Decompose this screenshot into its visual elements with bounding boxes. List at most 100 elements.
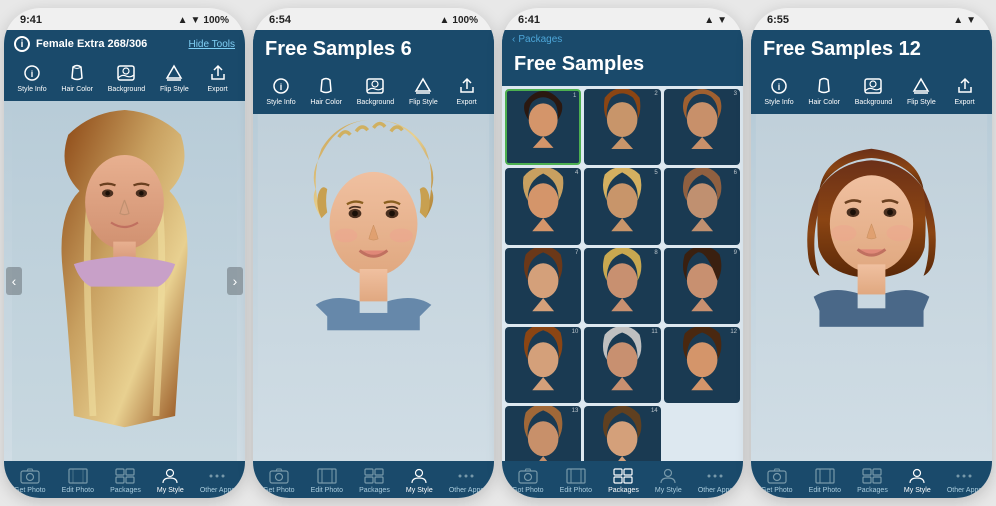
top-actions-2: i Style Info Hair Color Background <box>253 71 494 114</box>
background-icon-2 <box>361 75 389 97</box>
status-bar-1: 9:41 ▲ ▼ 100% <box>4 8 245 30</box>
time-2: 6:54 <box>269 14 291 26</box>
hair-cell-4[interactable]: 4 <box>505 168 581 244</box>
action-label: Export <box>207 86 227 93</box>
toolbar-get-photo-1[interactable]: Get Photo <box>14 467 46 494</box>
toolbar-other-apps-1[interactable]: Other Apps <box>200 467 235 494</box>
action-export-1[interactable]: Export <box>204 62 232 93</box>
tab-my-style-3[interactable]: My Style <box>655 467 682 494</box>
hair-cell-1[interactable]: 1 <box>505 89 581 165</box>
camera-icon-2 <box>268 467 290 485</box>
hair-cell-5[interactable]: 5 <box>584 168 660 244</box>
cell-num-5: 5 <box>654 170 657 176</box>
time-3: 6:41 <box>518 14 540 26</box>
action-style-info-1[interactable]: i Style Info <box>17 62 46 93</box>
back-label-3: Packages <box>518 34 562 45</box>
screen-4: Free Samples 12 i Style Info Hair Color <box>751 30 992 498</box>
tab-my-style-4[interactable]: My Style <box>904 467 931 494</box>
action-flip-2[interactable]: Flip Style <box>409 75 438 106</box>
tab-other-apps-4[interactable]: Other Apps <box>947 467 982 494</box>
style-info-icon-2: i <box>267 75 295 97</box>
tab-other-apps-3[interactable]: Other Apps <box>698 467 733 494</box>
hair-cell-13[interactable]: 13 <box>505 406 581 461</box>
cell-num-1: 1 <box>573 93 576 99</box>
battery-icon-1: 100% <box>203 15 229 26</box>
tab-edit-photo-3[interactable]: Edit Photo <box>560 467 592 494</box>
wifi-icon-1: ▼ <box>191 15 201 26</box>
signal-icon-2: ▲ <box>440 15 450 26</box>
back-button-3[interactable]: ‹ Packages <box>502 30 743 49</box>
cell-num-10: 10 <box>572 329 579 335</box>
hair-cell-10[interactable]: 10 <box>505 327 581 403</box>
packages-header-4: Free Samples 12 i Style Info Hair Color <box>751 30 992 114</box>
hair-cell-9[interactable]: 9 <box>664 248 740 324</box>
action-background-4[interactable]: Background <box>855 75 892 106</box>
packages-icon-1 <box>114 467 136 485</box>
wifi-icon-2: 100% <box>452 15 478 26</box>
arrow-right-1[interactable]: › <box>227 267 243 295</box>
toolbar-edit-photo-1[interactable]: Edit Photo <box>62 467 94 494</box>
export-icon-1 <box>204 62 232 84</box>
status-bar-2: 6:54 ▲ 100% <box>253 8 494 30</box>
main-image-1: ‹ <box>4 101 245 461</box>
signal-3: ▲ <box>704 15 714 26</box>
other-apps-icon-3 <box>704 467 726 485</box>
main-image-4 <box>751 114 992 461</box>
action-flip-style-1[interactable]: Flip Style <box>160 62 189 93</box>
time-1: 9:41 <box>20 14 42 26</box>
action-style-info-4[interactable]: i Style Info <box>764 75 793 106</box>
action-hair-color-1[interactable]: Hair Color <box>61 62 93 93</box>
label-4a: Style Info <box>764 99 793 106</box>
hair-cell-14[interactable]: 14 <box>584 406 660 461</box>
screen-3: ‹ Packages Free Samples 1 <box>502 30 743 498</box>
edit-icon-3 <box>565 467 587 485</box>
action-export-4[interactable]: Export <box>951 75 979 106</box>
toolbar-packages-1[interactable]: Packages <box>110 467 141 494</box>
tab-get-photo-4[interactable]: Get Photo <box>761 467 793 494</box>
hair-cell-8[interactable]: 8 <box>584 248 660 324</box>
phone-3: 6:41 ▲ ▼ ‹ Packages Free Samples <box>502 8 743 498</box>
cell-num-3: 3 <box>734 91 737 97</box>
my-style-icon-1 <box>159 467 181 485</box>
hair-cell-12[interactable]: 12 <box>664 327 740 403</box>
arrow-left-1[interactable]: ‹ <box>6 267 22 295</box>
tab-other-apps-2[interactable]: Other Apps <box>449 467 484 494</box>
hair-cell-2[interactable]: 2 <box>584 89 660 165</box>
my-style-icon-3 <box>657 467 679 485</box>
action-flip-4[interactable]: Flip Style <box>907 75 936 106</box>
action-export-2[interactable]: Export <box>453 75 481 106</box>
hair-color-icon-4 <box>810 75 838 97</box>
hair-cell-11[interactable]: 11 <box>584 327 660 403</box>
hair-cell-7[interactable]: 7 <box>505 248 581 324</box>
action-background-2[interactable]: Background <box>357 75 394 106</box>
action-style-info-2[interactable]: i Style Info <box>266 75 295 106</box>
top-actions-1: i Style Info Hair Color <box>4 58 245 101</box>
action-label: Flip Style <box>160 86 189 93</box>
hair-grid: 1 2 <box>502 86 743 461</box>
info-icon-1[interactable]: i <box>14 36 30 52</box>
status-icons-2: ▲ 100% <box>440 15 478 26</box>
tab-get-photo-2[interactable]: Get Photo <box>263 467 295 494</box>
tab-got-photo-3[interactable]: Got Photo <box>512 467 544 494</box>
tab-packages-4[interactable]: Packages <box>857 467 888 494</box>
toolbar-my-style-1[interactable]: My Style <box>157 467 184 494</box>
hair-cell-6[interactable]: 6 <box>664 168 740 244</box>
flip-icon-4 <box>907 75 935 97</box>
hair-grid-scroll[interactable]: 1 2 <box>502 86 743 461</box>
action-hair-color-2[interactable]: Hair Color <box>310 75 342 106</box>
svg-text:i: i <box>778 82 781 92</box>
action-background-1[interactable]: Background <box>108 62 145 93</box>
hide-tools-btn[interactable]: Hide Tools <box>188 39 235 50</box>
tab-edit-photo-2[interactable]: Edit Photo <box>311 467 343 494</box>
action-hair-color-4[interactable]: Hair Color <box>808 75 840 106</box>
phone-4: 6:55 ▲ ▼ Free Samples 12 i Style Info <box>751 8 992 498</box>
tab-packages-3[interactable]: Packages <box>608 467 639 494</box>
camera-icon-4 <box>766 467 788 485</box>
status-icons-4: ▲ ▼ <box>953 15 976 26</box>
other-apps-icon-4 <box>953 467 975 485</box>
tab-my-style-2[interactable]: My Style <box>406 467 433 494</box>
big-title-3: Free Samples <box>502 49 743 86</box>
tab-edit-photo-4[interactable]: Edit Photo <box>809 467 841 494</box>
tab-packages-2[interactable]: Packages <box>359 467 390 494</box>
hair-cell-3[interactable]: 3 <box>664 89 740 165</box>
